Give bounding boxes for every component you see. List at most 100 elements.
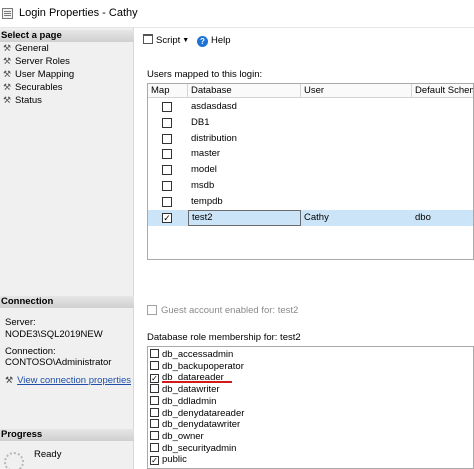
- role-membership-list: db_accessadmin db_backupoperator ✓ db_datar…: [147, 346, 474, 469]
- guest-account-option: Guest account enabled for: test2: [147, 305, 298, 316]
- help-button[interactable]: ? Help: [197, 34, 231, 48]
- progress-status: Ready: [34, 449, 62, 460]
- role-checkbox[interactable]: [150, 349, 159, 358]
- progress-heading: Progress: [0, 429, 134, 441]
- database-cell[interactable]: distribution: [188, 131, 301, 147]
- user-cell[interactable]: Cathy: [301, 210, 412, 226]
- title-bar: Login Properties - Cathy: [0, 0, 474, 28]
- role-item[interactable]: ✓ public: [150, 454, 187, 466]
- role-item[interactable]: db_datawriter: [150, 384, 220, 395]
- database-cell[interactable]: DB1: [188, 115, 301, 131]
- table-row[interactable]: distribution: [148, 131, 473, 147]
- map-checkbox[interactable]: [162, 196, 172, 207]
- role-label: db_denydatawriter: [162, 419, 241, 431]
- guest-account-checkbox[interactable]: [147, 305, 157, 315]
- default-schema-cell[interactable]: [412, 131, 473, 147]
- database-cell[interactable]: test2: [188, 209, 301, 226]
- window-icon: [2, 8, 13, 19]
- column-header-database[interactable]: Database: [188, 84, 301, 98]
- role-item[interactable]: db_ddladmin: [150, 395, 216, 407]
- role-checkbox[interactable]: [150, 384, 159, 394]
- right-pane: Script ▼ ? Help Users mapped to this login…: [135, 28, 474, 469]
- user-cell[interactable]: [301, 162, 412, 178]
- table-row[interactable]: master: [148, 146, 473, 162]
- wrench-icon: ⚒: [3, 82, 12, 92]
- map-checkbox[interactable]: [162, 165, 172, 176]
- default-schema-cell[interactable]: [412, 162, 473, 178]
- page-item-securables[interactable]: ⚒ Securables: [3, 81, 63, 93]
- role-label: db_backupoperator: [162, 360, 244, 372]
- role-item[interactable]: db_owner: [150, 430, 204, 442]
- role-label: db_denydatareader: [162, 407, 245, 419]
- database-cell[interactable]: tempdb: [188, 194, 301, 210]
- column-header-default-schema[interactable]: Default Schema: [412, 84, 473, 98]
- role-item[interactable]: db_accessadmin: [150, 349, 233, 360]
- chevron-down-icon: ▼: [182, 37, 190, 44]
- role-label: db_securityadmin: [162, 442, 237, 454]
- table-row[interactable]: msdb: [148, 178, 473, 194]
- role-checkbox[interactable]: [150, 419, 159, 429]
- toolbar: Script ▼ ? Help: [135, 28, 474, 52]
- default-schema-cell[interactable]: [412, 99, 473, 115]
- help-button-label: Help: [211, 35, 231, 46]
- role-checkbox[interactable]: [150, 442, 159, 452]
- database-cell[interactable]: msdb: [188, 178, 301, 194]
- user-cell[interactable]: [301, 115, 412, 131]
- window-title: Login Properties - Cathy: [19, 7, 138, 19]
- grid-header: Map Database User Default Schema: [148, 84, 473, 98]
- default-schema-cell[interactable]: [412, 115, 473, 131]
- user-cell[interactable]: [301, 131, 412, 147]
- map-checkbox[interactable]: [162, 149, 172, 160]
- script-button[interactable]: Script ▼: [143, 34, 189, 48]
- role-checkbox[interactable]: [150, 360, 159, 370]
- table-row[interactable]: model: [148, 162, 473, 178]
- user-cell[interactable]: [301, 194, 412, 210]
- users-mapped-grid: Map Database User Default Schema asdasda…: [147, 83, 474, 260]
- map-checkbox[interactable]: [162, 133, 172, 144]
- page-item-user-mapping[interactable]: ⚒ User Mapping: [3, 68, 74, 80]
- progress-spinner-icon: [4, 452, 24, 469]
- map-checkbox[interactable]: ✓: [162, 212, 172, 223]
- role-checkbox[interactable]: [150, 407, 159, 417]
- default-schema-cell[interactable]: dbo: [412, 210, 473, 226]
- table-row[interactable]: asdasdasd: [148, 99, 473, 115]
- role-checkbox[interactable]: [150, 395, 159, 405]
- role-label: db_owner: [162, 430, 204, 442]
- database-cell[interactable]: master: [188, 146, 301, 162]
- guest-account-label: Guest account enabled for: test2: [161, 305, 299, 316]
- page-item-status[interactable]: ⚒ Status: [3, 94, 42, 106]
- role-checkbox[interactable]: ✓: [150, 456, 159, 466]
- table-row[interactable]: DB1: [148, 115, 473, 131]
- map-checkbox[interactable]: [162, 181, 172, 191]
- default-schema-cell[interactable]: [412, 178, 473, 194]
- view-connection-properties-link[interactable]: ⚒ View connection properties: [5, 374, 131, 387]
- role-item[interactable]: db_backupoperator: [150, 360, 244, 372]
- default-schema-cell[interactable]: [412, 146, 473, 162]
- user-cell[interactable]: [301, 146, 412, 162]
- annotation-underline: [162, 381, 232, 383]
- role-checkbox[interactable]: ✓: [150, 374, 159, 384]
- map-checkbox[interactable]: [162, 117, 172, 128]
- table-row[interactable]: ✓ test2 Cathy dbo: [148, 209, 473, 226]
- page-item-label: General: [15, 43, 49, 54]
- users-mapped-label: Users mapped to this login:: [147, 69, 263, 80]
- role-item[interactable]: db_securityadmin: [150, 442, 237, 454]
- default-schema-cell[interactable]: [412, 194, 473, 210]
- help-icon: ?: [197, 36, 208, 47]
- column-header-map[interactable]: Map: [148, 84, 188, 98]
- wrench-icon: ⚒: [3, 56, 12, 66]
- connection-properties-icon: ⚒: [5, 375, 14, 385]
- role-item[interactable]: db_denydatareader: [150, 407, 245, 419]
- role-checkbox[interactable]: [150, 430, 159, 440]
- connection-value: CONTOSO\Administrator: [5, 357, 112, 368]
- map-checkbox[interactable]: [162, 102, 172, 112]
- role-item[interactable]: db_denydatawriter: [150, 419, 240, 430]
- user-cell[interactable]: [301, 99, 412, 115]
- user-cell[interactable]: [301, 178, 412, 194]
- column-header-user[interactable]: User: [301, 84, 412, 98]
- table-row[interactable]: tempdb: [148, 194, 473, 210]
- page-item-general[interactable]: ⚒ General: [3, 42, 49, 54]
- database-cell[interactable]: model: [188, 162, 301, 178]
- page-item-server-roles[interactable]: ⚒ Server Roles: [3, 55, 70, 67]
- database-cell[interactable]: asdasdasd: [188, 99, 301, 115]
